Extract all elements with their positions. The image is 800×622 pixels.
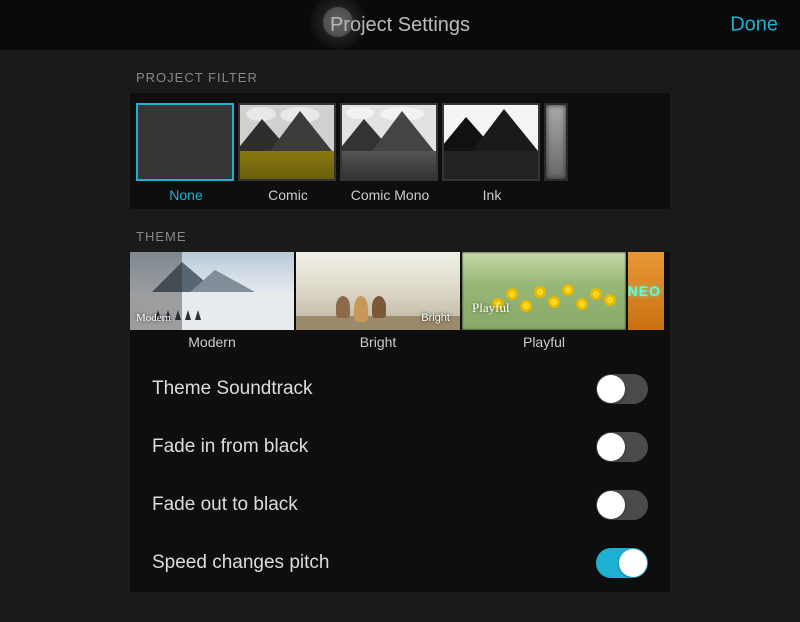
theme-thumb-modern: Modern (130, 252, 294, 330)
filter-thumb-comic (238, 103, 336, 181)
filter-label-comic: Comic (238, 187, 338, 203)
filter-label-ink: Ink (442, 187, 542, 203)
done-button[interactable]: Done (730, 14, 778, 37)
theme-label-bright: Bright (296, 334, 460, 350)
filter-strip[interactable]: None Comic Comic Mono (130, 93, 670, 209)
filter-item-ink[interactable]: Ink (442, 103, 542, 203)
theme-caption-neon: NEO (628, 283, 661, 299)
theme-section-label: THEME (136, 229, 670, 244)
theme-thumb-playful: Playful (462, 252, 626, 330)
theme-caption-playful: Playful (472, 300, 510, 316)
content-area: PROJECT FILTER None Comic (0, 70, 800, 592)
filter-label-none: None (136, 187, 236, 203)
toggle-speed-pitch[interactable] (596, 548, 648, 578)
label-theme-soundtrack: Theme Soundtrack (152, 378, 313, 400)
page-title: Project Settings (330, 14, 470, 37)
row-fade-out: Fade out to black (144, 476, 656, 534)
theme-thumb-bright: Bright (296, 252, 460, 330)
filter-thumb-ink (442, 103, 540, 181)
theme-thumb-neon: NEO (628, 252, 664, 330)
row-fade-in: Fade in from black (144, 418, 656, 476)
label-fade-out: Fade out to black (152, 494, 298, 516)
label-speed-pitch: Speed changes pitch (152, 552, 329, 574)
filter-item-comic[interactable]: Comic (238, 103, 338, 203)
row-theme-soundtrack: Theme Soundtrack (144, 360, 656, 418)
row-speed-pitch: Speed changes pitch (144, 534, 656, 592)
filter-thumb-none (136, 103, 234, 181)
theme-strip[interactable]: Modern Modern Bright Bright (130, 252, 670, 350)
theme-item-neon[interactable]: NEO (628, 252, 664, 350)
filter-thumb-next (544, 103, 568, 181)
label-fade-in: Fade in from black (152, 436, 308, 458)
filter-item-next[interactable] (544, 103, 568, 203)
theme-item-modern[interactable]: Modern Modern (130, 252, 294, 350)
theme-label-modern: Modern (130, 334, 294, 350)
toggle-theme-soundtrack[interactable] (596, 374, 648, 404)
settings-rows: Theme Soundtrack Fade in from black Fade… (130, 350, 670, 592)
filter-label-comic-mono: Comic Mono (340, 187, 440, 203)
theme-item-playful[interactable]: Playful Playful (462, 252, 626, 350)
project-filter-label: PROJECT FILTER (136, 70, 670, 85)
filter-item-comic-mono[interactable]: Comic Mono (340, 103, 440, 203)
filter-item-none[interactable]: None (136, 103, 236, 203)
toggle-fade-in[interactable] (596, 432, 648, 462)
theme-caption-bright: Bright (421, 312, 450, 324)
theme-caption-modern: Modern (136, 312, 171, 324)
theme-item-bright[interactable]: Bright Bright (296, 252, 460, 350)
filter-thumb-comic-mono (340, 103, 438, 181)
toggle-fade-out[interactable] (596, 490, 648, 520)
theme-label-playful: Playful (462, 334, 626, 350)
header-bar: Project Settings Done (0, 0, 800, 50)
